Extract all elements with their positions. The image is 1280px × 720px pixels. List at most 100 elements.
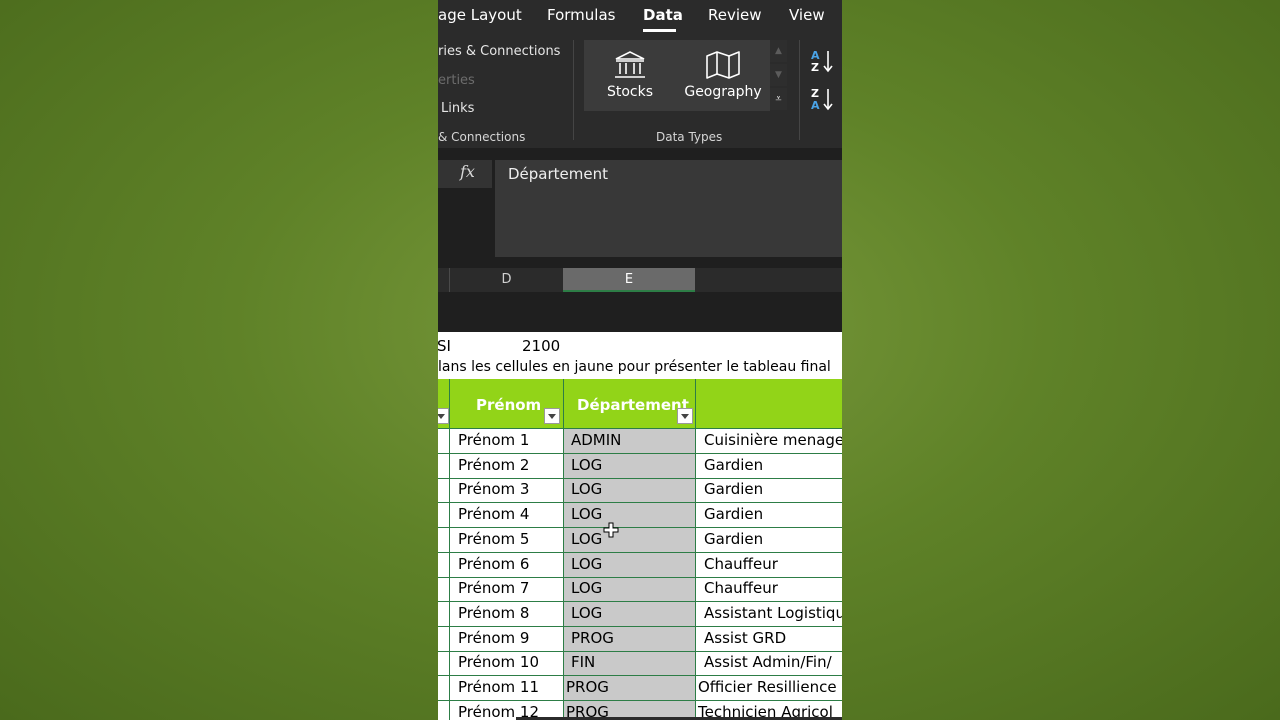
tab-data[interactable]: Data	[643, 6, 683, 24]
queries-connections-button[interactable]: ries & Connections	[438, 44, 560, 59]
cell-poste[interactable]: Gardien	[704, 480, 763, 498]
cell-poste[interactable]: Assist Admin/Fin/	[704, 653, 832, 671]
cell-prenom[interactable]: Prénom 6	[458, 555, 529, 573]
cell-prenom[interactable]: Prénom 1	[458, 431, 529, 449]
cell-prenom[interactable]: Prénom 4	[458, 505, 529, 523]
cell-departement[interactable]: LOG	[571, 480, 602, 498]
geography-button[interactable]: Geography	[680, 40, 766, 111]
column-header-d[interactable]: D	[449, 268, 563, 292]
sort-a-to-z-icon[interactable]: A Z	[810, 48, 836, 74]
properties-button[interactable]: erties	[438, 73, 475, 88]
cell-departement[interactable]: PROG	[571, 629, 614, 647]
insert-function-icon[interactable]: fx	[460, 162, 475, 181]
table-row: Prénom 10 FIN Assist Admin/Fin/	[438, 651, 842, 676]
cell-poste[interactable]: Officier Resillience	[698, 678, 837, 696]
cell-prenom[interactable]: Prénom 10	[458, 653, 539, 671]
cell-poste[interactable]: Gardien	[704, 530, 763, 548]
ribbon: age Layout Formulas Data Review View rie…	[438, 0, 842, 148]
formula-input[interactable]: Département	[495, 160, 842, 257]
group-separator	[573, 40, 574, 140]
table-header-row: Prénom Département	[438, 379, 842, 428]
data-types-gallery: Stocks Geography	[584, 40, 770, 111]
tab-page-layout[interactable]: age Layout	[438, 6, 522, 24]
table-row: Prénom 4 LOG Gardien	[438, 503, 842, 528]
gallery-down-icon[interactable]: ▼	[770, 64, 787, 86]
column-header-e[interactable]: E	[563, 268, 695, 292]
filter-dropdown-icon[interactable]	[677, 408, 693, 424]
svg-text:A: A	[811, 99, 820, 112]
cell-prenom[interactable]: Prénom 5	[458, 530, 529, 548]
gridline	[438, 625, 842, 627]
queries-group-label: & Connections	[438, 130, 526, 144]
gridline	[438, 551, 842, 553]
tab-formulas[interactable]: Formulas	[547, 6, 615, 24]
data-types-group-label: Data Types	[656, 130, 723, 144]
table-row: Prénom 6 LOG Chauffeur	[438, 552, 842, 578]
gridline	[438, 453, 842, 454]
cell-poste[interactable]: Gardien	[704, 456, 763, 474]
gridline	[438, 675, 842, 677]
cell-prenom[interactable]: Prénom 9	[458, 629, 529, 647]
table-row: Prénom 1 ADMIN Cuisinière menage	[438, 429, 842, 454]
table-row: Prénom 5 LOG Gardien	[438, 527, 842, 553]
cell-prenom[interactable]: Prénom 7	[458, 579, 529, 597]
svg-text:Z: Z	[811, 61, 819, 74]
gridline	[438, 601, 842, 603]
table-row: Prénom 2 LOG Gardien	[438, 453, 842, 479]
active-tab-indicator	[643, 29, 676, 32]
cell-prenom[interactable]: Prénom 11	[458, 678, 539, 696]
cell-departement[interactable]: PROG	[566, 678, 609, 696]
cell-departement[interactable]: LOG	[571, 555, 602, 573]
sort-z-to-a-icon[interactable]: Z A	[810, 86, 836, 112]
cell-departement[interactable]: LOG	[571, 530, 602, 548]
gallery-scroll: ▲ ▼ ⩡	[770, 40, 787, 111]
table-row: Prénom 7 LOG Chauffeur	[438, 577, 842, 602]
gridline	[449, 379, 450, 720]
table-row: Prénom 11 PROG Officier Resillience	[438, 676, 842, 701]
formula-content: Département	[508, 165, 608, 183]
cell-prenom[interactable]: Prénom 3	[458, 480, 529, 498]
tab-review[interactable]: Review	[708, 6, 762, 24]
gridline	[438, 576, 842, 578]
row-gap	[438, 292, 842, 332]
instruction-text: lans les cellules en jaune pour présente…	[438, 359, 831, 375]
gallery-more-icon[interactable]: ⩡	[770, 88, 787, 110]
cell-prenom[interactable]: Prénom 2	[458, 456, 529, 474]
stocks-button[interactable]: Stocks	[592, 40, 668, 111]
gallery-up-icon[interactable]: ▲	[770, 40, 787, 62]
cell-departement[interactable]: LOG	[571, 604, 602, 622]
tab-view[interactable]: View	[789, 6, 825, 24]
gridline	[438, 477, 842, 479]
cell-poste[interactable]: Assistant Logistiqu	[704, 604, 842, 622]
geography-label: Geography	[684, 84, 762, 100]
gridline	[438, 650, 842, 652]
cell-departement[interactable]: LOG	[571, 505, 602, 523]
cell-poste[interactable]: Cuisinière menage	[704, 431, 842, 449]
cell-departement[interactable]: FIN	[571, 653, 595, 671]
filter-dropdown-icon[interactable]	[544, 408, 560, 424]
formula-bar: fx Département	[438, 148, 842, 268]
worksheet-grid[interactable]: SI 2100 lans les cellules en jaune pour …	[438, 332, 842, 720]
gridline	[563, 379, 564, 720]
cell-poste[interactable]: Assist GRD	[704, 629, 786, 647]
gridline	[438, 527, 842, 529]
cell-cursor-icon	[603, 522, 619, 538]
gridline	[438, 502, 842, 504]
header-prenom: Prénom	[476, 396, 542, 414]
stocks-label: Stocks	[606, 84, 654, 100]
column-header-bar: D E	[438, 268, 842, 293]
cell-prenom[interactable]: Prénom 8	[458, 604, 529, 622]
table-row: Prénom 3 LOG Gardien	[438, 478, 842, 504]
cell-departement[interactable]: LOG	[571, 456, 602, 474]
cell-departement[interactable]: LOG	[571, 579, 602, 597]
gridline	[695, 379, 696, 720]
filter-dropdown-icon[interactable]	[438, 408, 449, 424]
cell-poste[interactable]: Chauffeur	[704, 555, 778, 573]
edit-links-button[interactable]: Links	[441, 101, 474, 116]
excel-window: age Layout Formulas Data Review View rie…	[438, 0, 842, 720]
cell-poste[interactable]: Gardien	[704, 505, 763, 523]
bank-icon	[615, 51, 645, 78]
cell-poste[interactable]: Chauffeur	[704, 579, 778, 597]
cell-departement[interactable]: ADMIN	[571, 431, 621, 449]
map-icon	[706, 51, 740, 79]
